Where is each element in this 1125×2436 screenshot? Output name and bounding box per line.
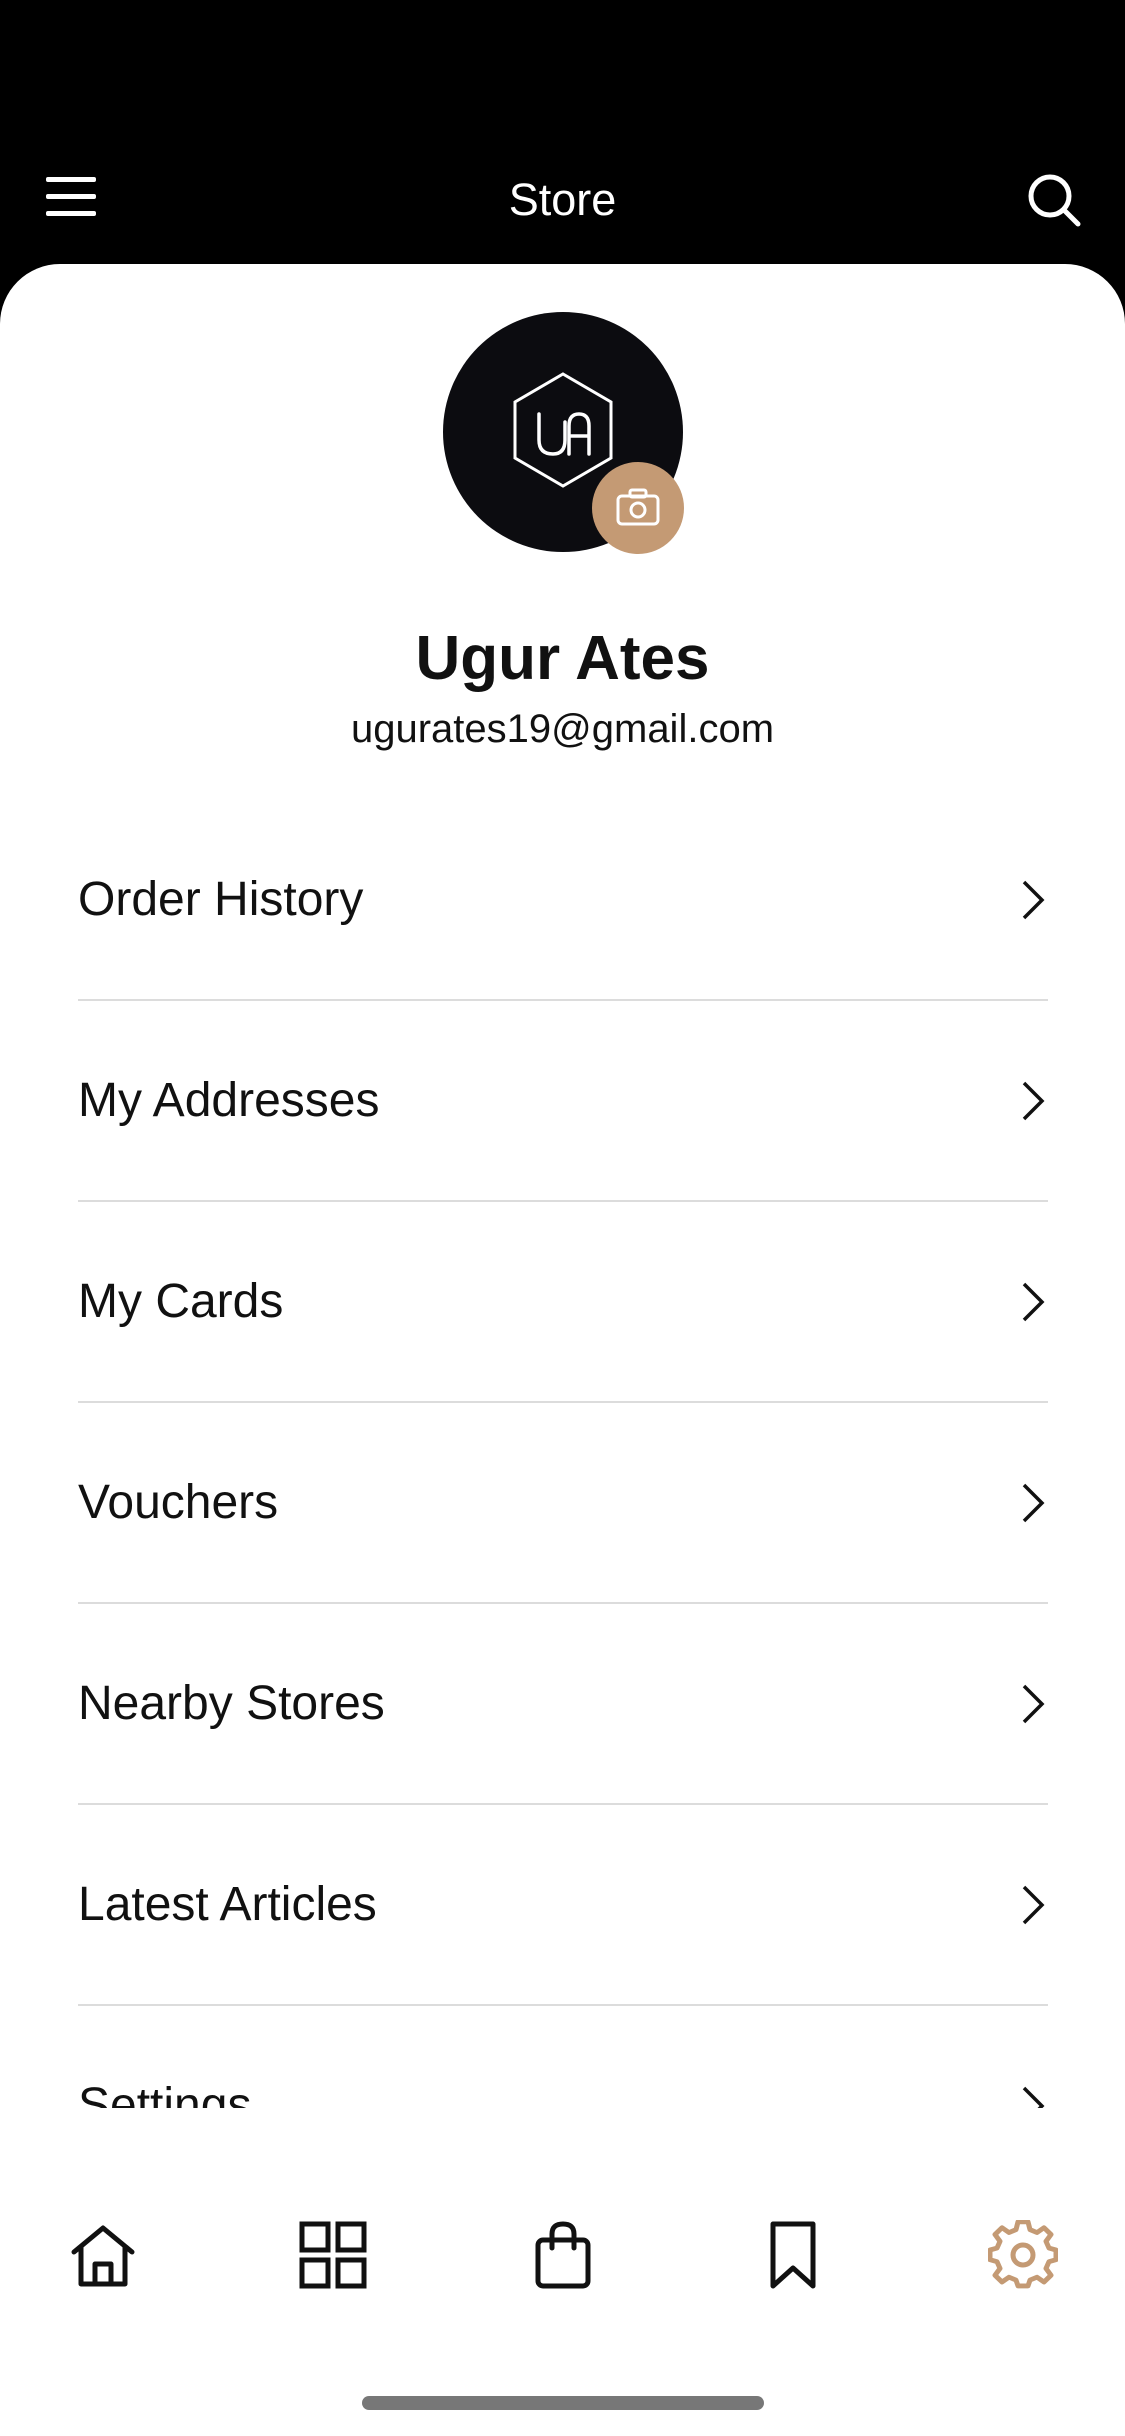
gear-icon[interactable]: [988, 2220, 1058, 2290]
menu-item-nearby-stores[interactable]: Nearby Stores: [78, 1604, 1048, 1805]
menu-item-vouchers[interactable]: Vouchers: [78, 1403, 1048, 1604]
menu-item-label: My Addresses: [78, 1074, 380, 1127]
user-email: ugurates19@gmail.com: [350, 707, 775, 751]
home-icon[interactable]: [68, 2220, 138, 2290]
bookmark-icon[interactable]: [758, 2220, 828, 2290]
menu-item-label: Order History: [78, 873, 364, 926]
bottom-tab-bar: [0, 2108, 1125, 2436]
chevron-right-icon: [1022, 1885, 1045, 1925]
menu-item-order-history[interactable]: Order History: [78, 800, 1048, 1001]
menu-item-label: Nearby Stores: [78, 1677, 385, 1730]
camera-icon[interactable]: [592, 462, 684, 554]
chevron-right-icon: [1022, 1684, 1045, 1724]
menu-item-my-cards[interactable]: My Cards: [78, 1202, 1048, 1403]
chevron-right-icon: [1022, 1081, 1045, 1121]
menu-item-label: Latest Articles: [78, 1878, 377, 1931]
shopping-bag-icon[interactable]: [528, 2220, 598, 2290]
chevron-right-icon: [1022, 1282, 1045, 1322]
menu-item-label: My Cards: [78, 1275, 284, 1328]
ua-hexagon-logo: [513, 372, 613, 488]
chevron-right-icon: [1022, 880, 1045, 920]
top-bar: Store: [0, 0, 1125, 300]
search-icon[interactable]: [1024, 170, 1084, 230]
menu-item-label: Vouchers: [78, 1476, 279, 1529]
menu-item-latest-articles[interactable]: Latest Articles: [78, 1805, 1048, 2006]
menu-item-my-addresses[interactable]: My Addresses: [78, 1001, 1048, 1202]
user-name: Ugur Ates: [415, 624, 710, 693]
profile-menu: Order History My Addresses My Cards Vouc…: [78, 800, 1048, 2207]
grid-icon[interactable]: [298, 2220, 368, 2290]
chevron-right-icon: [1022, 1483, 1045, 1523]
page-title: Store: [508, 174, 617, 225]
home-indicator: [362, 2396, 764, 2410]
